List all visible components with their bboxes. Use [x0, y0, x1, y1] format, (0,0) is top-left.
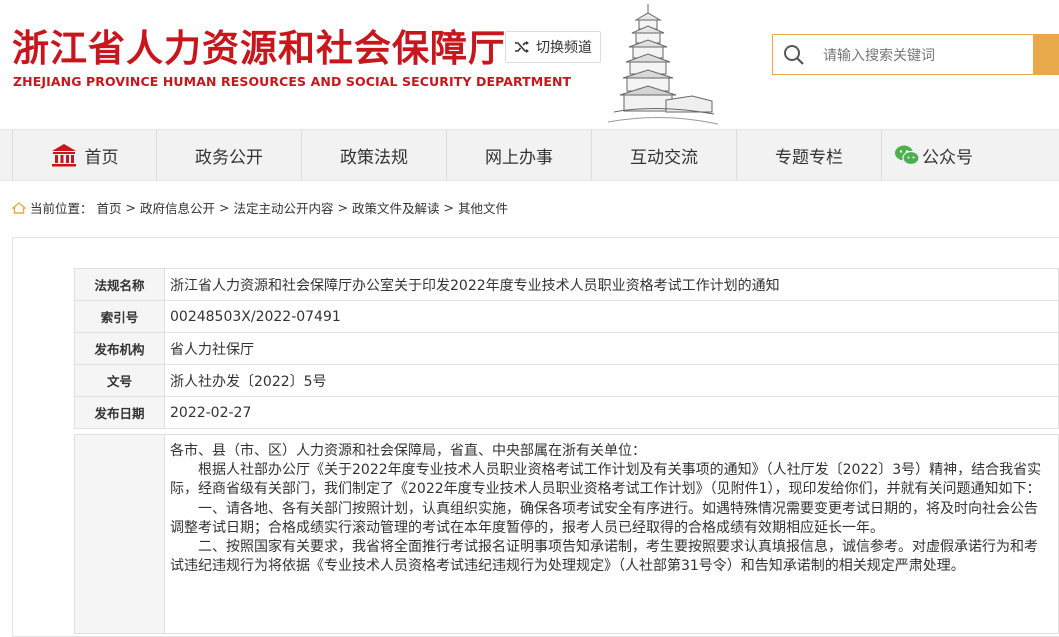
table-row: 文号 浙人社办发〔2022〕5号 — [74, 364, 1059, 397]
meta-value-index: 00248503X/2022-07491 — [164, 300, 1059, 333]
nav-item-special-topics[interactable]: 专题专栏 — [737, 130, 882, 180]
breadcrumb-separator: > — [125, 200, 137, 215]
meta-value-date: 2022-02-27 — [164, 396, 1059, 429]
meta-key: 发布机构 — [74, 332, 165, 365]
breadcrumb-home[interactable]: 首页 — [97, 198, 122, 217]
nav-item-home[interactable]: 首页 — [12, 130, 157, 180]
meta-key: 索引号 — [74, 300, 165, 333]
search-icon[interactable] — [783, 44, 805, 66]
meta-key: 法规名称 — [74, 268, 165, 301]
nav-item-wechat[interactable]: 公众号 — [882, 130, 1002, 180]
table-row: 发布日期 2022-02-27 — [74, 396, 1059, 429]
nav-item-government-affairs[interactable]: 政务公开 — [157, 130, 302, 180]
nav-item-interaction[interactable]: 互动交流 — [592, 130, 737, 180]
body-paragraph: 各市、县（市、区）人力资源和社会保障局，省直、中央部属在浙有关单位： — [170, 443, 646, 459]
nav-label: 首页 — [84, 147, 119, 168]
site-header: 浙江省人力资源和社会保障厅 ZHEJIANG PROVINCE HUMAN RE… — [0, 0, 1059, 129]
nav-label: 政策法规 — [340, 147, 408, 168]
nav-item-policies[interactable]: 政策法规 — [302, 130, 447, 180]
search-input[interactable] — [821, 44, 1025, 68]
home-icon — [12, 201, 26, 214]
breadcrumb-gov-info[interactable]: 政府信息公开 — [140, 198, 215, 217]
document-body-row: 各市、县（市、区）人力资源和社会保障局，省直、中央部属在浙有关单位： 根据人社部… — [74, 434, 1059, 634]
breadcrumb-mandatory[interactable]: 法定主动公开内容 — [234, 198, 334, 217]
body-key-cell — [75, 435, 165, 633]
breadcrumb-prefix: 当前位置： — [30, 201, 93, 216]
breadcrumb-separator: > — [443, 200, 455, 215]
breadcrumb-separator: > — [219, 200, 230, 215]
document-meta-table: 法规名称 浙江省人力资源和社会保障厅办公室关于印发2022年度专业技术人员职业资… — [74, 268, 1059, 429]
site-logo-cn[interactable]: 浙江省人力资源和社会保障厅 — [12, 18, 506, 72]
nav-label: 专题专栏 — [775, 147, 843, 168]
breadcrumb: 当前位置： 首页 > 政府信息公开 > 法定主动公开内容 > 政策文件及解读 > 其他文… — [12, 198, 508, 217]
shuffle-icon — [515, 41, 529, 53]
meta-key: 发布日期 — [74, 396, 165, 429]
breadcrumb-separator: > — [337, 200, 349, 215]
main-nav: 首页 政务公开 政策法规 网上办事 互动交流 专题专栏 公众号 — [0, 129, 1059, 181]
government-building-icon — [51, 144, 76, 167]
nav-item-online-services[interactable]: 网上办事 — [447, 130, 592, 180]
meta-value-publisher: 省人力社保厅 — [164, 332, 1059, 365]
nav-label: 公众号 — [922, 147, 973, 168]
breadcrumb-policy-docs[interactable]: 政策文件及解读 — [352, 198, 440, 217]
body-paragraph: 根据人社部办公厅《关于2022年度专业技术人员职业资格考试工作计划及有关事项的通… — [170, 462, 1042, 498]
meta-value-title: 浙江省人力资源和社会保障厅办公室关于印发2022年度专业技术人员职业资格考试工作… — [164, 268, 1059, 301]
meta-value-doc-number: 浙人社办发〔2022〕5号 — [164, 364, 1059, 397]
body-paragraph: 一、请各地、各有关部门按照计划，认真组织实施，确保各项考试安全有序进行。如遇特殊… — [170, 500, 1038, 536]
nav-label: 互动交流 — [630, 147, 698, 168]
switch-channel-label: 切换频道 — [536, 40, 592, 56]
breadcrumb-other-docs[interactable]: 其他文件 — [458, 198, 508, 217]
switch-channel-button[interactable]: 切换频道 — [505, 31, 601, 63]
document-body: 各市、县（市、区）人力资源和社会保障局，省直、中央部属在浙有关单位： 根据人社部… — [170, 442, 1048, 576]
search-button[interactable] — [1033, 34, 1059, 75]
meta-key: 文号 — [74, 364, 165, 397]
table-row: 索引号 00248503X/2022-07491 — [74, 300, 1059, 333]
nav-label: 网上办事 — [485, 147, 553, 168]
nav-label: 政务公开 — [195, 147, 263, 168]
search-box — [772, 34, 1059, 75]
wechat-icon — [895, 145, 920, 166]
table-row: 发布机构 省人力社保厅 — [74, 332, 1059, 365]
pagoda-illustration-icon — [608, 4, 718, 125]
body-paragraph: 二、按照国家有关要求，我省将全面推行考试报名证明事项告知承诺制，考生要按照要求认… — [170, 539, 1038, 575]
site-logo-en: ZHEJIANG PROVINCE HUMAN RESOURCES AND SO… — [13, 74, 572, 89]
table-row: 法规名称 浙江省人力资源和社会保障厅办公室关于印发2022年度专业技术人员职业资… — [74, 268, 1059, 301]
